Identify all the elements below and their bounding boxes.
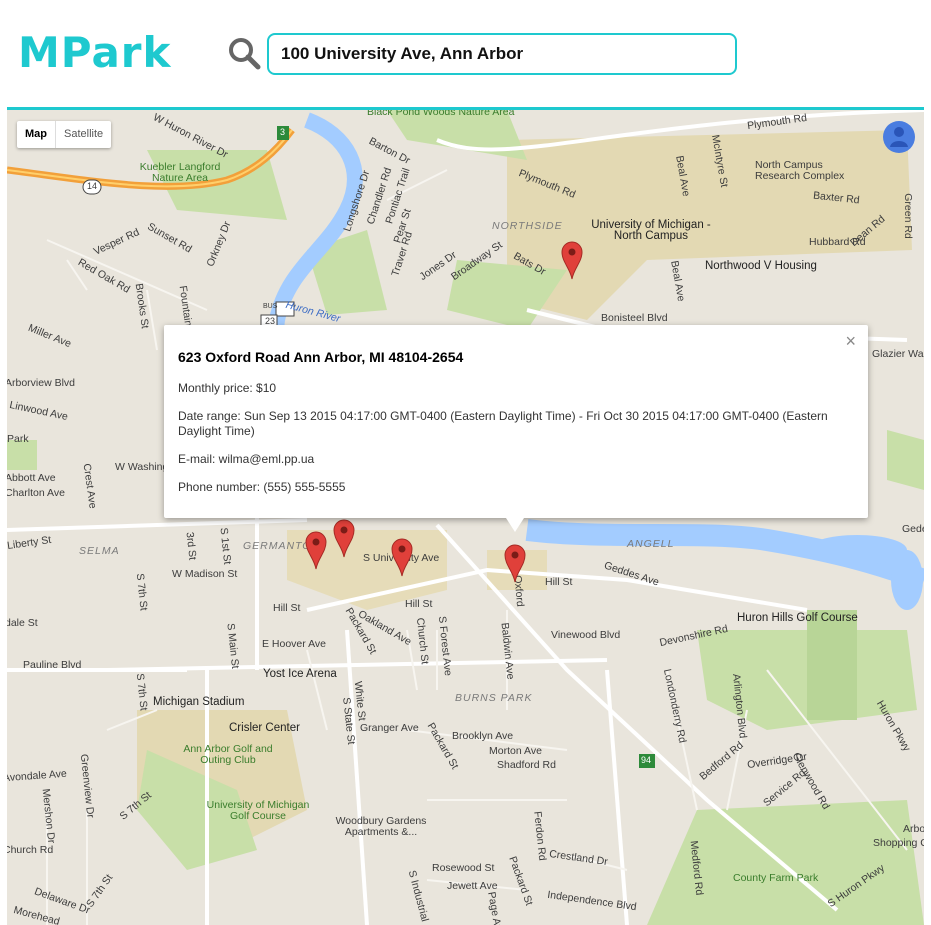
close-icon[interactable]: × [845, 331, 856, 352]
map-label-county-farm: County Farm Park [733, 872, 819, 884]
map-label-hill-st-3: Hill St [405, 598, 433, 610]
map-type-map-button[interactable]: Map [17, 121, 56, 148]
map-label-woodbury: Woodbury Gardens Apartments &... [335, 815, 427, 838]
map-label-black-pond: Black Pond Woods Nature Area [367, 110, 515, 118]
map-type-satellite-button[interactable]: Satellite [56, 121, 111, 148]
map-label-dale-st: dale St [7, 617, 38, 629]
map-label-brooklyn: Brooklyn Ave [452, 730, 514, 742]
address-search-input[interactable] [267, 33, 737, 75]
parking-marker-icon[interactable] [561, 240, 583, 280]
highway-14-shield: 14 [87, 181, 98, 191]
map-label-northwood: Northwood V Housing [705, 260, 817, 272]
map-label-huron-hills: Huron Hills Golf Course [737, 612, 858, 624]
parking-info-window: × 623 Oxford Road Ann Arbor, MI 48104-26… [164, 325, 868, 532]
map-label-crisler: Crisler Center [229, 722, 300, 734]
map-label-kuebler: Kuebler Langford Nature Area [139, 161, 221, 184]
map-label-abbott: Abbott Ave [7, 472, 56, 484]
map-label-arbo: Arbo [903, 823, 924, 835]
map-label-glazier: Glazier Wa [872, 348, 924, 360]
parking-marker-icon-selected[interactable] [504, 543, 526, 583]
map-label-burns-park: BURNS PARK [455, 692, 533, 704]
map-type-control: Map Satellite [17, 121, 112, 148]
map-label-vinewood: Vinewood Blvd [551, 629, 621, 641]
map-label-selma: SELMA [79, 545, 120, 557]
map-label-hill-st: Hill St [545, 576, 573, 588]
highway-94-shield: 94 [641, 755, 652, 765]
highway-3-shield: 3 [280, 127, 286, 137]
info-phone: Phone number: (555) 555-5555 [178, 480, 346, 494]
map-label-e-hoover: E Hoover Ave [262, 638, 327, 650]
map-label-shopping: Shopping C [873, 837, 924, 849]
parking-marker-icon[interactable] [391, 537, 413, 577]
map-label-um-north-campus: University of Michigan - North Campus [591, 219, 711, 242]
map-label-w-washington: W Washing [115, 461, 169, 473]
map-label-germantown: GERMANTO [243, 540, 312, 552]
map-label-hubbard-rd: Hubbard Rd [809, 236, 866, 248]
info-window-pointer [506, 518, 524, 532]
map-label-michigan-stadium: Michigan Stadium [153, 696, 245, 708]
map-canvas[interactable]: Black Pond Woods Nature Area W Huron Riv… [7, 110, 924, 925]
map-label-rosewood: Rosewood St [432, 862, 495, 874]
map-label-gede: Gede [902, 523, 924, 535]
map-label-morton: Morton Ave [489, 745, 542, 757]
info-email: E-mail: wilma@eml.pp.ua [178, 452, 315, 466]
map-label-um-golf: University of Michigan Golf Course [206, 799, 310, 822]
app-logo: MPark [18, 28, 172, 77]
map-label-north-campus-rc: North Campus Research Complex [755, 159, 845, 182]
map-label-arborview: Arborview Blvd [7, 377, 76, 389]
map-label-bonisteel-blvd: Bonisteel Blvd [601, 312, 668, 324]
map-label-ann-arbor-golf: Ann Arbor Golf and Outing Club [183, 743, 273, 766]
info-monthly-price: Monthly price: $10 [178, 381, 277, 395]
street-view-pegman-icon[interactable] [883, 121, 915, 153]
map-label-charlton: Charlton Ave [7, 487, 65, 499]
map-label-angell: ANGELL [627, 538, 675, 550]
map-label-w-madison: W Madison St [172, 568, 238, 580]
map-label-northside: NORTHSIDE [492, 220, 563, 232]
map-label-pauline: Pauline Blvd [23, 659, 82, 671]
map-label-park: Park [7, 433, 29, 445]
parking-marker-icon[interactable] [305, 530, 327, 570]
info-address: 623 Oxford Road Ann Arbor, MI 48104-2654 [178, 349, 464, 365]
parking-marker-icon[interactable] [333, 518, 355, 558]
map-label-jewett: Jewett Ave [447, 880, 498, 892]
business-route-shield: BUS [263, 303, 278, 310]
info-date-range: Date range: Sun Sep 13 2015 04:17:00 GMT… [178, 409, 828, 438]
map-label-granger: Granger Ave [360, 722, 419, 734]
map-label-shadford: Shadford Rd [497, 759, 556, 771]
map-label-green-rd: Green Rd [901, 193, 914, 239]
map-label-yost: Yost Ice Arena [263, 668, 337, 680]
map-label-hill-st-2: Hill St [273, 602, 301, 614]
map-label-church-rd: Church Rd [7, 844, 54, 856]
search-icon[interactable] [227, 36, 261, 70]
